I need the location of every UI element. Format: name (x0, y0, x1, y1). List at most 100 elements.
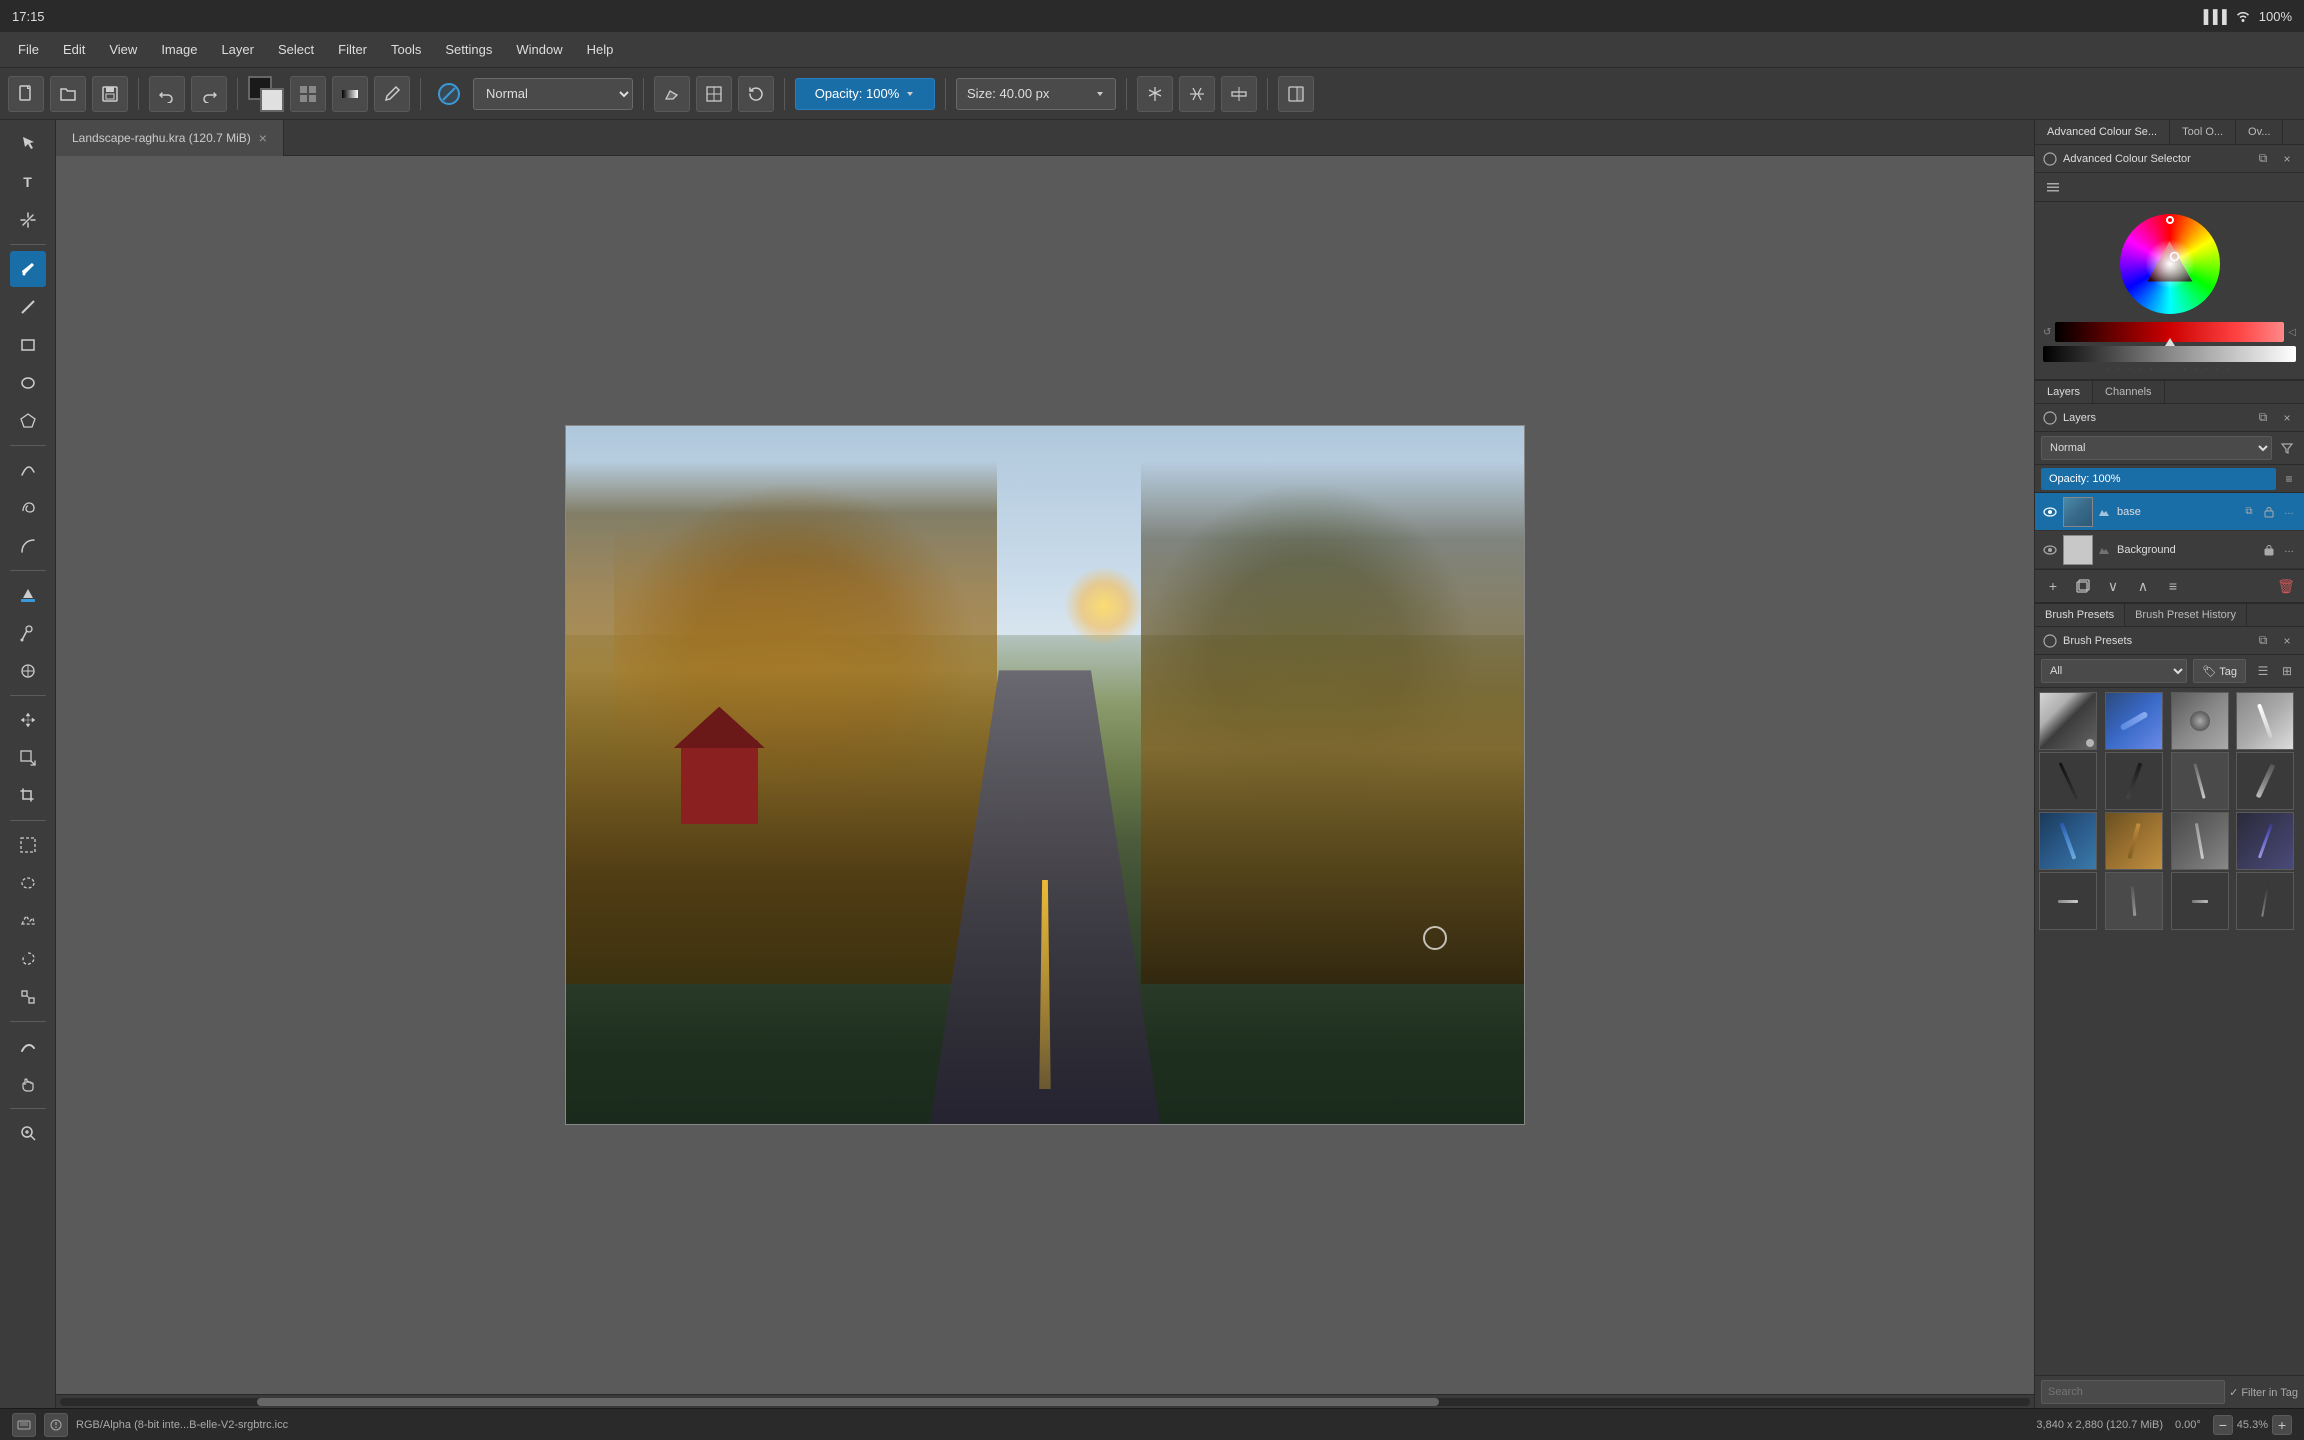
menu-help[interactable]: Help (577, 38, 624, 61)
bezier-tool[interactable] (10, 528, 46, 564)
layer-visibility-base[interactable] (2041, 503, 2059, 521)
mirror-v-button[interactable] (1179, 76, 1215, 112)
menu-select[interactable]: Select (268, 38, 324, 61)
menu-view[interactable]: View (99, 38, 147, 61)
brush-settings-button[interactable] (374, 76, 410, 112)
scrollbar-thumb[interactable] (257, 1398, 1439, 1406)
background-color[interactable] (260, 88, 284, 112)
brush-tool[interactable] (10, 251, 46, 287)
canvas-viewport[interactable] (56, 156, 2034, 1394)
menu-file[interactable]: File (8, 38, 49, 61)
brush-item-5[interactable] (2039, 752, 2097, 810)
brush-search-input[interactable] (2041, 1380, 2225, 1404)
text-tool[interactable]: T (10, 164, 46, 200)
colorpicker-tool[interactable] (10, 615, 46, 651)
add-layer-button[interactable]: + (2041, 574, 2065, 598)
horizontal-scrollbar[interactable] (56, 1394, 2034, 1408)
brush-item-11[interactable] (2171, 812, 2229, 870)
painting-canvas[interactable] (565, 425, 1525, 1125)
menu-filter[interactable]: Filter (328, 38, 377, 61)
layers-filter-button[interactable] (2276, 437, 2298, 459)
tab-tool-options[interactable]: Tool O... (2170, 120, 2236, 144)
hand-tool[interactable] (10, 1066, 46, 1102)
zoom-in-button[interactable]: + (2272, 1415, 2292, 1435)
brush-item-2[interactable] (2105, 692, 2163, 750)
colour-wheel-area[interactable] (2035, 202, 2304, 318)
brush-item-10[interactable] (2105, 812, 2163, 870)
fill-tool[interactable] (10, 577, 46, 613)
colour-expand-button[interactable]: ◁ (2288, 327, 2296, 338)
new-document-button[interactable] (8, 76, 44, 112)
layers-blend-mode[interactable]: Normal Multiply Screen (2041, 436, 2272, 460)
brush-item-4[interactable] (2236, 692, 2294, 750)
copy-layer-button[interactable] (2071, 574, 2095, 598)
brush-item-7[interactable] (2171, 752, 2229, 810)
layer-copy-base[interactable]: ⧉ (2240, 503, 2258, 521)
size-control[interactable]: Size: 40.00 px (956, 78, 1116, 110)
tab-layers[interactable]: Layers (2035, 381, 2093, 403)
redo-button[interactable] (191, 76, 227, 112)
brush-close-button[interactable]: × (2278, 632, 2296, 650)
symmetry-button[interactable] (1221, 76, 1257, 112)
layer-settings-base[interactable]: … (2280, 503, 2298, 521)
freehand-select-tool[interactable] (10, 941, 46, 977)
patterns-button[interactable] (290, 76, 326, 112)
gradient-button[interactable] (332, 76, 368, 112)
brush-item-1[interactable] (2039, 692, 2097, 750)
brush-item-15[interactable] (2171, 872, 2229, 930)
move-tool[interactable] (10, 702, 46, 738)
zoom-tool[interactable] (10, 1115, 46, 1151)
lasso-tool[interactable] (10, 490, 46, 526)
erase-button[interactable] (654, 76, 690, 112)
colour-panel-float-button[interactable]: ⧉ (2254, 150, 2272, 168)
menu-tools[interactable]: Tools (381, 38, 431, 61)
layer-properties-button[interactable]: ≡ (2161, 574, 2185, 598)
delete-layer-button[interactable]: 🗑 (2274, 574, 2298, 598)
layer-lock-base[interactable] (2260, 503, 2278, 521)
menu-layer[interactable]: Layer (211, 38, 264, 61)
transform-tool[interactable] (10, 202, 46, 238)
status-options-button[interactable] (44, 1413, 68, 1437)
rect-tool[interactable] (10, 327, 46, 363)
opacity-menu-button[interactable]: ≡ (2280, 468, 2298, 490)
pixel-grid-button[interactable] (696, 76, 732, 112)
layer-row-background[interactable]: Background … (2035, 531, 2304, 569)
menu-window[interactable]: Window (506, 38, 572, 61)
move-layer-down-button[interactable]: ∨ (2101, 574, 2125, 598)
bezier-select-tool[interactable] (10, 979, 46, 1015)
opacity-control[interactable]: Opacity: 100% (795, 78, 935, 110)
smudge-tool[interactable] (10, 1028, 46, 1064)
menu-image[interactable]: Image (151, 38, 207, 61)
scrollbar-track[interactable] (60, 1398, 2030, 1406)
brush-list-view[interactable]: ☰ (2252, 660, 2274, 682)
menu-edit[interactable]: Edit (53, 38, 95, 61)
brush-item-12[interactable] (2236, 812, 2294, 870)
tab-brush-presets[interactable]: Brush Presets (2035, 604, 2125, 626)
brush-item-3[interactable] (2171, 692, 2229, 750)
brush-item-8[interactable] (2236, 752, 2294, 810)
colour-panel-close-button[interactable]: × (2278, 150, 2296, 168)
line-tool[interactable] (10, 289, 46, 325)
selection-tool[interactable] (10, 126, 46, 162)
layer-locked-icon[interactable] (2260, 541, 2278, 559)
layer-settings-background[interactable]: … (2280, 541, 2298, 559)
zoom-out-button[interactable]: − (2213, 1415, 2233, 1435)
tab-brush-history[interactable]: Brush Preset History (2125, 604, 2247, 626)
layers-close-button[interactable]: × (2278, 409, 2296, 427)
freehand-tool[interactable] (10, 452, 46, 488)
resize-tool[interactable] (10, 740, 46, 776)
open-button[interactable] (50, 76, 86, 112)
tab-advanced-colour[interactable]: Advanced Colour Se... (2035, 120, 2170, 144)
brush-grid-view[interactable]: ⊞ (2276, 660, 2298, 682)
move-layer-up-button[interactable]: ∧ (2131, 574, 2155, 598)
close-tab-button[interactable]: × (259, 130, 267, 146)
tab-overview[interactable]: Ov... (2236, 120, 2283, 144)
hue-gradient-bar[interactable] (2055, 322, 2284, 342)
save-button[interactable] (92, 76, 128, 112)
saturation-bar[interactable] (2043, 346, 2296, 362)
ellipse-select-tool[interactable] (10, 865, 46, 901)
enclose-select-tool[interactable] (10, 827, 46, 863)
brush-float-button[interactable]: ⧉ (2254, 632, 2272, 650)
colour-wheel[interactable] (2120, 214, 2220, 314)
docker-toggle-button[interactable] (1278, 76, 1314, 112)
